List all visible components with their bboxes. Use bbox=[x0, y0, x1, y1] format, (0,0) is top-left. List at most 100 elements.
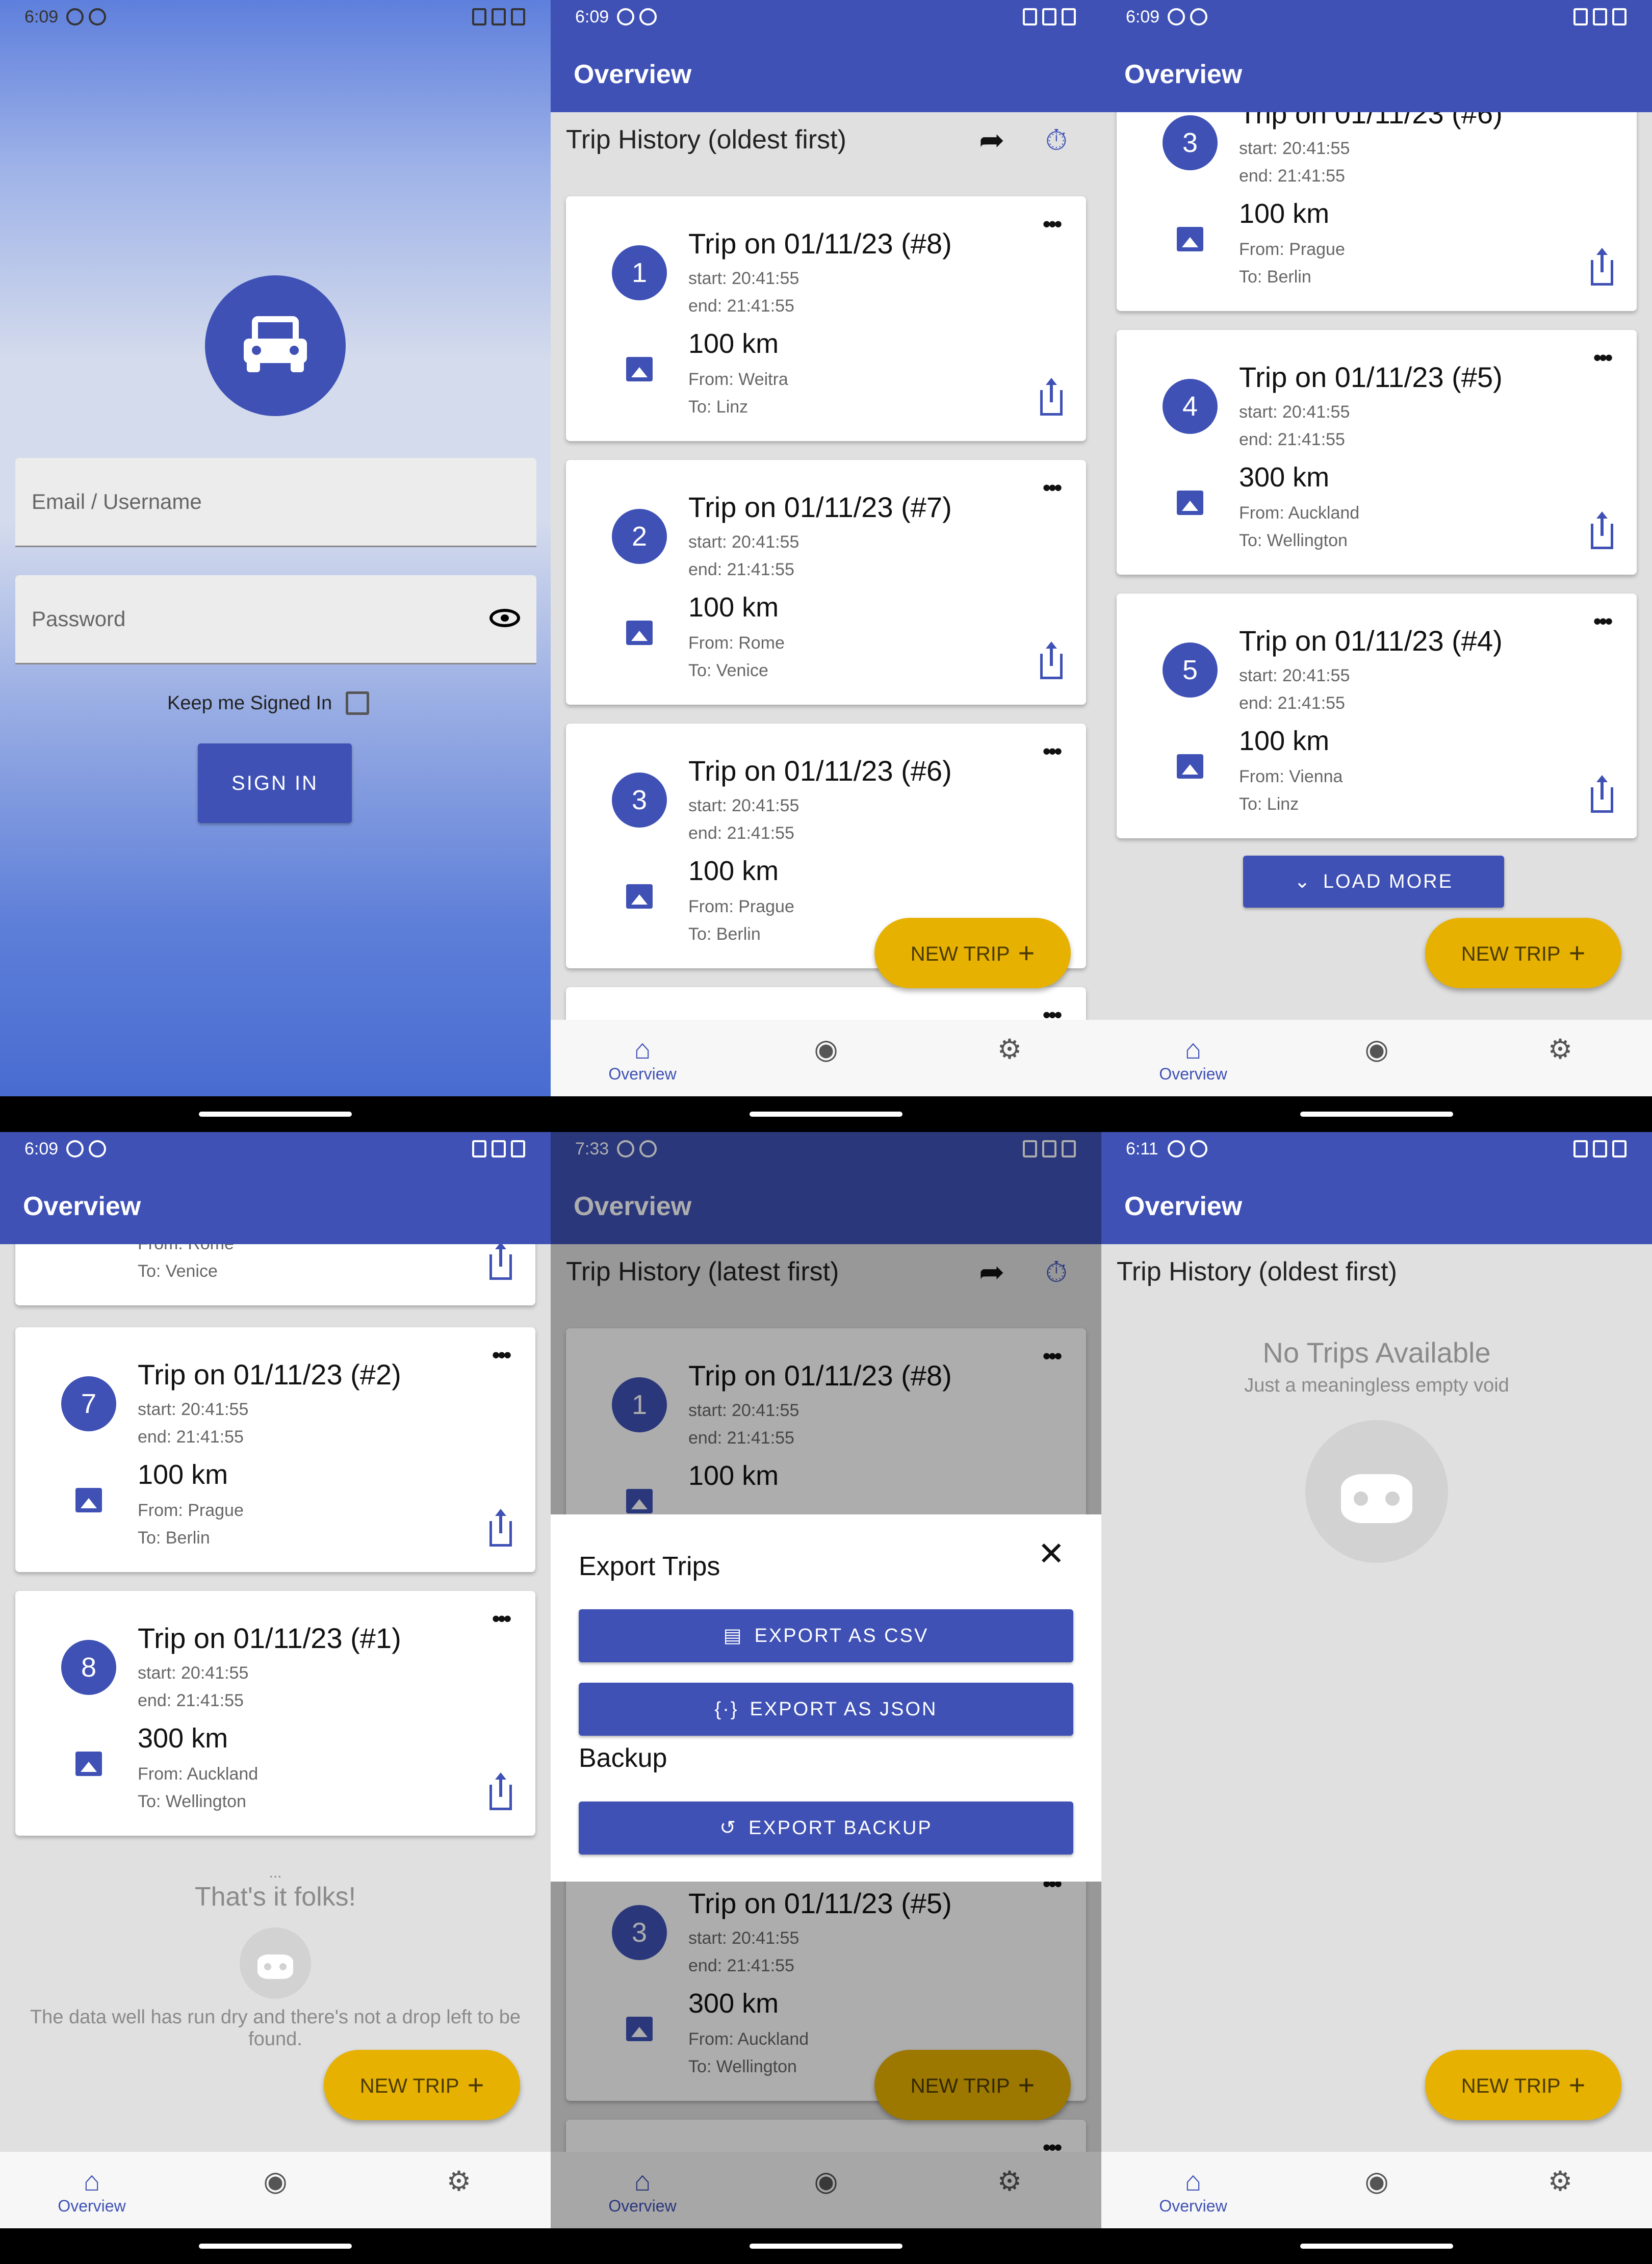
trip-end: end: 21:41:55 bbox=[138, 1691, 244, 1710]
share-icon[interactable] bbox=[1040, 378, 1063, 416]
home-icon: ⌂ bbox=[83, 2166, 100, 2197]
new-trip-button[interactable]: NEW TRIP + bbox=[1425, 2050, 1621, 2120]
trip-history-screen: 6:09 Overview Trip History (oldest first… bbox=[551, 0, 1101, 1132]
nav-account[interactable]: ◉ bbox=[184, 2152, 367, 2228]
image-icon[interactable] bbox=[1177, 491, 1203, 515]
home-gesture-pill[interactable] bbox=[199, 1112, 352, 1117]
robot-icon bbox=[240, 1927, 311, 1999]
nav-account[interactable]: ◉ bbox=[1285, 1020, 1468, 1096]
nav-overview[interactable]: ⌂ Overview bbox=[1101, 1020, 1285, 1096]
image-icon[interactable] bbox=[626, 884, 653, 909]
eye-icon[interactable] bbox=[489, 609, 520, 627]
system-nav-bar bbox=[1101, 2228, 1652, 2264]
wifi-icon bbox=[1593, 1140, 1607, 1157]
trip-from: From: Auckland bbox=[138, 1764, 259, 1784]
export-backup-label: EXPORT BACKUP bbox=[748, 1817, 933, 1839]
share-icon[interactable] bbox=[489, 1244, 512, 1280]
sync-icon bbox=[1190, 1140, 1207, 1157]
home-gesture-pill[interactable] bbox=[750, 2244, 902, 2249]
dnd-icon bbox=[1573, 1140, 1588, 1157]
share-icon[interactable]: ➦ bbox=[979, 122, 1004, 158]
load-more-button[interactable]: ⌄ LOAD MORE bbox=[1243, 856, 1504, 908]
new-trip-button[interactable]: NEW TRIP + bbox=[874, 918, 1071, 988]
trip-to: To: Wellington bbox=[1239, 531, 1348, 550]
system-nav-bar bbox=[0, 2228, 551, 2264]
trip-list[interactable]: Trip History (oldest first) No Trips Ava… bbox=[1101, 1244, 1652, 2152]
android-icon bbox=[66, 1140, 84, 1157]
home-gesture-pill[interactable] bbox=[1300, 2244, 1453, 2249]
wifi-icon bbox=[1593, 8, 1607, 25]
image-icon[interactable] bbox=[75, 1752, 102, 1776]
new-trip-button[interactable]: NEW TRIP + bbox=[1425, 918, 1621, 988]
close-icon[interactable]: ✕ bbox=[1038, 1535, 1065, 1573]
trip-list[interactable]: 3 Trip on 01/11/23 (#6) start: 20:41:55 … bbox=[1101, 112, 1652, 1020]
image-icon[interactable] bbox=[1177, 227, 1203, 251]
trip-list[interactable]: From: Rome To: Venice 7 Trip on 01/11/23… bbox=[0, 1244, 551, 2152]
share-icon[interactable] bbox=[489, 1509, 512, 1547]
more-icon[interactable]: ••• bbox=[1043, 739, 1062, 764]
nav-overview[interactable]: ⌂ Overview bbox=[551, 1020, 734, 1096]
email-placeholder: Email / Username bbox=[32, 490, 202, 513]
nav-settings[interactable]: ⚙ bbox=[367, 2152, 551, 2228]
trip-to: To: Berlin bbox=[688, 924, 761, 944]
sync-icon bbox=[639, 8, 657, 25]
empty-subtitle: Just a meaningless empty void bbox=[1244, 1375, 1509, 1396]
share-icon[interactable] bbox=[1040, 641, 1063, 679]
more-icon[interactable]: ••• bbox=[492, 1343, 511, 1368]
history-title: Trip History (oldest first) bbox=[1117, 1257, 1397, 1287]
more-icon[interactable]: ••• bbox=[492, 1606, 511, 1632]
image-icon[interactable] bbox=[626, 621, 653, 645]
home-icon: ⌂ bbox=[1184, 2166, 1202, 2197]
robot-icon bbox=[1305, 1420, 1448, 1563]
sort-icon[interactable]: ⏱ bbox=[1045, 123, 1068, 158]
trip-card[interactable]: 7 Trip on 01/11/23 (#2) start: 20:41:55 … bbox=[15, 1327, 535, 1572]
trip-card[interactable]: 2 Trip on 01/11/23 (#7) start: 20:41:55 … bbox=[566, 460, 1086, 705]
trip-card[interactable]: ••• bbox=[566, 987, 1086, 1020]
system-nav-bar bbox=[0, 1096, 551, 1132]
share-icon[interactable] bbox=[489, 1772, 512, 1810]
trip-card[interactable]: 5 Trip on 01/11/23 (#4) start: 20:41:55 … bbox=[1117, 594, 1637, 838]
image-icon[interactable] bbox=[1177, 754, 1203, 779]
more-icon[interactable]: ••• bbox=[1593, 609, 1613, 634]
more-icon[interactable]: ••• bbox=[1043, 1002, 1062, 1020]
csv-file-icon: ▤ bbox=[723, 1625, 743, 1646]
keep-signed-in-checkbox[interactable] bbox=[346, 691, 369, 715]
nav-overview[interactable]: ⌂ Overview bbox=[1101, 2152, 1285, 2228]
email-field[interactable]: Email / Username bbox=[15, 458, 536, 547]
new-trip-button[interactable]: NEW TRIP + bbox=[324, 2050, 520, 2120]
history-header: Trip History (oldest first) bbox=[1117, 1244, 1637, 1295]
trip-list[interactable]: Trip History (oldest first) ➦ ⏱ 1 Trip o… bbox=[551, 112, 1101, 1020]
export-json-button[interactable]: {·} EXPORT AS JSON bbox=[579, 1683, 1073, 1736]
nav-settings[interactable]: ⚙ bbox=[1468, 2152, 1652, 2228]
trip-card[interactable]: 8 Trip on 01/11/23 (#1) start: 20:41:55 … bbox=[15, 1591, 535, 1836]
sign-in-button[interactable]: SIGN IN bbox=[198, 743, 352, 823]
nav-account[interactable]: ◉ bbox=[734, 1020, 918, 1096]
more-icon[interactable]: ••• bbox=[1593, 345, 1613, 371]
trip-card[interactable]: 1 Trip on 01/11/23 (#8) start: 20:41:55 … bbox=[566, 196, 1086, 441]
password-field[interactable]: Password bbox=[15, 575, 536, 664]
image-icon[interactable] bbox=[75, 1488, 102, 1512]
nav-account[interactable]: ◉ bbox=[1285, 2152, 1468, 2228]
share-icon[interactable] bbox=[1591, 248, 1613, 286]
trip-card[interactable]: From: Rome To: Venice bbox=[15, 1244, 535, 1305]
more-icon[interactable]: ••• bbox=[1043, 212, 1062, 237]
trip-card[interactable]: 3 Trip on 01/11/23 (#6) start: 20:41:55 … bbox=[1117, 112, 1637, 311]
plus-icon: + bbox=[1568, 937, 1586, 969]
more-icon[interactable]: ••• bbox=[1043, 475, 1062, 501]
nav-settings[interactable]: ⚙ bbox=[1468, 1020, 1652, 1096]
nav-overview[interactable]: ⌂ Overview bbox=[0, 2152, 184, 2228]
image-icon[interactable] bbox=[626, 357, 653, 381]
trip-start: start: 20:41:55 bbox=[138, 1400, 249, 1419]
share-icon[interactable] bbox=[1591, 511, 1613, 549]
system-nav-bar bbox=[1101, 1096, 1652, 1132]
trip-card[interactable]: 4 Trip on 01/11/23 (#5) start: 20:41:55 … bbox=[1117, 330, 1637, 575]
history-header: Trip History (oldest first) ➦ ⏱ bbox=[566, 112, 1086, 163]
share-icon[interactable] bbox=[1591, 775, 1613, 813]
trip-to: To: Venice bbox=[688, 661, 768, 680]
export-csv-button[interactable]: ▤ EXPORT AS CSV bbox=[579, 1609, 1073, 1662]
home-gesture-pill[interactable] bbox=[1300, 1112, 1453, 1117]
home-gesture-pill[interactable] bbox=[199, 2244, 352, 2249]
nav-settings[interactable]: ⚙ bbox=[918, 1020, 1101, 1096]
home-gesture-pill[interactable] bbox=[750, 1112, 902, 1117]
export-backup-button[interactable]: ↺ EXPORT BACKUP bbox=[579, 1802, 1073, 1855]
